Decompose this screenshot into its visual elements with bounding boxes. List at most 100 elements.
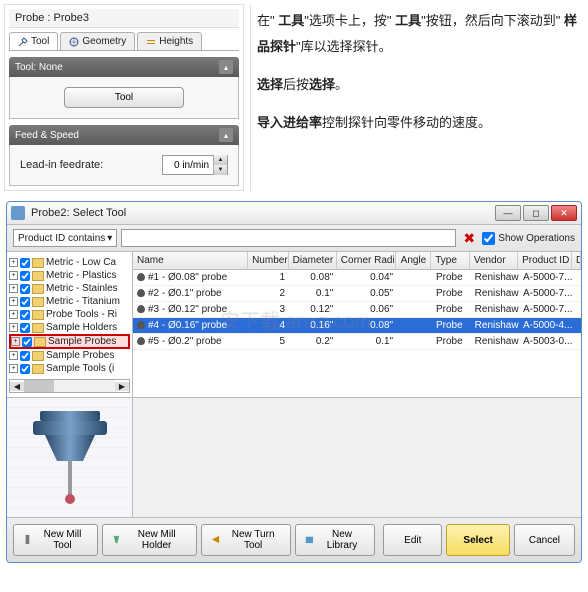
minimize-button[interactable]: —: [495, 205, 521, 221]
expand-icon[interactable]: +: [9, 351, 18, 360]
column-header[interactable]: Diameter: [289, 252, 337, 269]
column-header[interactable]: Type: [431, 252, 470, 269]
chevron-up-icon[interactable]: ▴: [219, 60, 233, 74]
instructions: 在" 工具"选项卡上，按" 工具"按钮，然后向下滚动到" 样品探针"库以选择探针…: [250, 4, 584, 191]
column-header[interactable]: Name: [133, 252, 248, 269]
app-icon: [11, 206, 25, 220]
filter-bar: Product ID contains▾ ✖ Show Operations: [7, 225, 581, 252]
spinner-up-icon[interactable]: ▲: [213, 155, 227, 165]
probe-icon: [137, 305, 145, 313]
dialog-title: Probe2: Select Tool: [31, 207, 495, 219]
select-button[interactable]: Select: [446, 524, 509, 556]
probe-icon: [137, 337, 145, 345]
spinner-down-icon[interactable]: ▼: [213, 165, 227, 175]
column-header[interactable]: Angle: [396, 252, 431, 269]
tree-checkbox[interactable]: [20, 310, 30, 320]
library-icon: [304, 534, 315, 546]
tree-item[interactable]: + Sample Probes: [9, 334, 130, 349]
tool-section-header[interactable]: Tool: None ▴: [9, 57, 239, 77]
tree-item[interactable]: + Sample Probes: [9, 349, 130, 362]
tree-item[interactable]: + Sample Tools (i: [9, 362, 130, 375]
tree-checkbox[interactable]: [20, 284, 30, 294]
tree-checkbox[interactable]: [20, 364, 30, 374]
tree-checkbox[interactable]: [20, 258, 30, 268]
expand-icon[interactable]: +: [9, 284, 18, 293]
probe-panel: Probe : Probe3 Tool Geometry Heights Too…: [4, 4, 244, 191]
folder-icon: [32, 323, 44, 333]
new-turn-tool-button[interactable]: New Turn Tool: [201, 524, 291, 556]
leadin-input-wrap: ▲ ▼: [162, 155, 228, 175]
expand-icon[interactable]: +: [9, 323, 18, 332]
feed-section-header[interactable]: Feed & Speed ▴: [9, 125, 239, 145]
leadin-label: Lead-in feedrate:: [20, 159, 103, 171]
tree-label: Probe Tools - Ri: [46, 309, 117, 320]
tool-grid: NameNumberDiameterCorner RadiusAngleType…: [133, 252, 581, 397]
tree-item[interactable]: + Metric - Titanium: [9, 295, 130, 308]
close-button[interactable]: ✕: [551, 205, 577, 221]
tree-scrollbar[interactable]: ◀▶: [9, 379, 130, 393]
folder-icon: [32, 284, 44, 294]
tree-item[interactable]: +Sample Holders: [9, 321, 130, 334]
column-header[interactable]: Descrip: [572, 252, 581, 269]
edit-button[interactable]: Edit: [383, 524, 442, 556]
expand-icon[interactable]: +: [11, 337, 20, 346]
clear-filter-icon[interactable]: ✖: [460, 229, 478, 247]
tree-checkbox[interactable]: [22, 337, 32, 347]
expand-icon[interactable]: +: [9, 271, 18, 280]
maximize-button[interactable]: ◻: [523, 205, 549, 221]
expand-icon[interactable]: +: [9, 297, 18, 306]
tab-tool[interactable]: Tool: [9, 32, 58, 50]
filter-input[interactable]: [121, 229, 456, 247]
folder-icon: [32, 258, 44, 268]
new-mill-holder-button[interactable]: New Mill Holder: [102, 524, 197, 556]
tree-label: Sample Tools (i: [46, 363, 114, 374]
probe-icon: [137, 273, 145, 281]
column-header[interactable]: Corner Radius: [337, 252, 397, 269]
chevron-up-icon[interactable]: ▴: [219, 128, 233, 142]
expand-icon[interactable]: +: [9, 364, 18, 373]
column-header[interactable]: Product ID: [518, 252, 572, 269]
tree-checkbox[interactable]: [20, 323, 30, 333]
column-header[interactable]: Vendor: [470, 252, 518, 269]
button-bar: New Mill Tool New Mill Holder New Turn T…: [7, 517, 581, 562]
tree-item[interactable]: + Metric - Stainles: [9, 282, 130, 295]
tree-label: Metric - Low Ca: [46, 257, 116, 268]
tree-label: Metric - Stainles: [46, 283, 118, 294]
tree-label: Sample Probes: [48, 336, 116, 347]
tree-checkbox[interactable]: [20, 351, 30, 361]
leadin-input[interactable]: [163, 160, 213, 171]
grid-empty-area: [133, 397, 581, 517]
table-row[interactable]: #2 - Ø0.1" probe20.1"0.05"ProbeRenishawA…: [133, 286, 581, 302]
wrench-icon: [18, 37, 28, 47]
leadin-spinner: ▲ ▼: [213, 155, 227, 175]
show-operations-checkbox[interactable]: Show Operations: [482, 232, 575, 245]
table-row[interactable]: #1 - Ø0.08" probe10.08"0.04"ProbeRenisha…: [133, 270, 581, 286]
table-row[interactable]: #3 - Ø0.12" probe30.12"0.06"ProbeRenisha…: [133, 302, 581, 318]
tab-geometry[interactable]: Geometry: [60, 32, 135, 50]
expand-icon[interactable]: +: [9, 258, 18, 267]
tree-label: Metric - Titanium: [46, 296, 120, 307]
probe-title: Probe : Probe3: [9, 9, 239, 28]
column-header[interactable]: Number: [248, 252, 289, 269]
tool-button[interactable]: Tool: [64, 87, 184, 108]
expand-icon[interactable]: +: [9, 310, 18, 319]
new-library-button[interactable]: New Library: [295, 524, 375, 556]
tree-item[interactable]: + Probe Tools - Ri: [9, 308, 130, 321]
table-row[interactable]: #4 - Ø0.16" probe40.16"0.08"ProbeRenisha…: [133, 318, 581, 334]
table-row[interactable]: #5 - Ø0.2" probe50.2"0.1"ProbeRenishawA-…: [133, 334, 581, 350]
tree-item[interactable]: +Metric - Plastics: [9, 269, 130, 282]
folder-icon: [32, 364, 44, 374]
tree-checkbox[interactable]: [20, 297, 30, 307]
tree-item[interactable]: + Metric - Low Ca: [9, 256, 130, 269]
tab-heights[interactable]: Heights: [137, 32, 202, 50]
tab-bar: Tool Geometry Heights: [9, 32, 239, 51]
cancel-button[interactable]: Cancel: [514, 524, 575, 556]
turn-tool-icon: [210, 534, 221, 546]
tree-checkbox[interactable]: [20, 271, 30, 281]
filter-dropdown[interactable]: Product ID contains▾: [13, 229, 117, 247]
folder-icon: [32, 310, 44, 320]
select-tool-dialog: Probe2: Select Tool — ◻ ✕ Product ID con…: [6, 201, 582, 563]
probe-icon: [137, 289, 145, 297]
new-mill-tool-button[interactable]: New Mill Tool: [13, 524, 98, 556]
tree-label: Sample Probes: [46, 350, 114, 361]
